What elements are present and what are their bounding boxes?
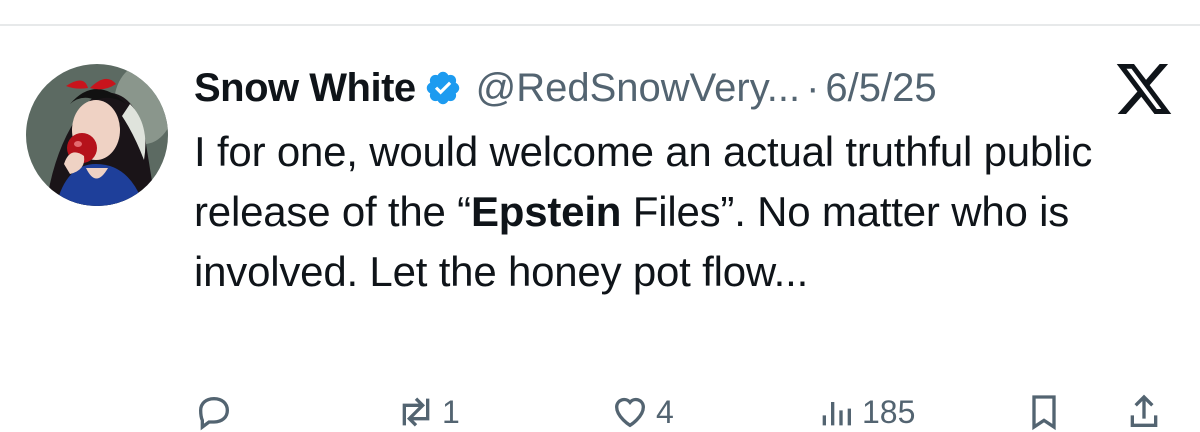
avatar[interactable] xyxy=(26,64,168,206)
like-button[interactable]: 4 xyxy=(610,392,674,432)
reply-button[interactable] xyxy=(194,392,240,432)
views-count: 185 xyxy=(862,394,916,430)
retweet-button[interactable]: 1 xyxy=(396,392,460,432)
retweet-count: 1 xyxy=(442,394,460,430)
views-button[interactable]: 185 xyxy=(816,392,915,432)
avatar-image xyxy=(26,64,168,206)
x-logo-icon[interactable] xyxy=(1116,64,1172,114)
user-handle[interactable]: @RedSnowVery... xyxy=(476,66,800,111)
share-icon xyxy=(1130,394,1158,427)
tweet-date[interactable]: 6/5/25 xyxy=(825,66,936,111)
tweet-text: I for one, would welcome an actual truth… xyxy=(194,122,1154,302)
reply-icon xyxy=(198,396,230,431)
display-name[interactable]: Snow White xyxy=(194,66,416,111)
bookmark-button[interactable] xyxy=(1024,392,1070,432)
tweet-text-bold: Epstein xyxy=(470,188,622,235)
action-bar: 1 4 185 xyxy=(194,392,1174,431)
tweet-header: Snow White @RedSnowVery... · 6/5/25 xyxy=(194,58,937,118)
heart-icon xyxy=(614,397,646,428)
bookmark-icon xyxy=(1032,395,1056,431)
verified-badge-icon xyxy=(426,71,459,105)
meta-separator: · xyxy=(806,65,820,110)
top-divider xyxy=(0,24,1200,26)
retweet-icon xyxy=(402,397,430,427)
like-count: 4 xyxy=(656,394,674,430)
share-button[interactable] xyxy=(1124,392,1170,432)
views-icon xyxy=(822,402,851,426)
